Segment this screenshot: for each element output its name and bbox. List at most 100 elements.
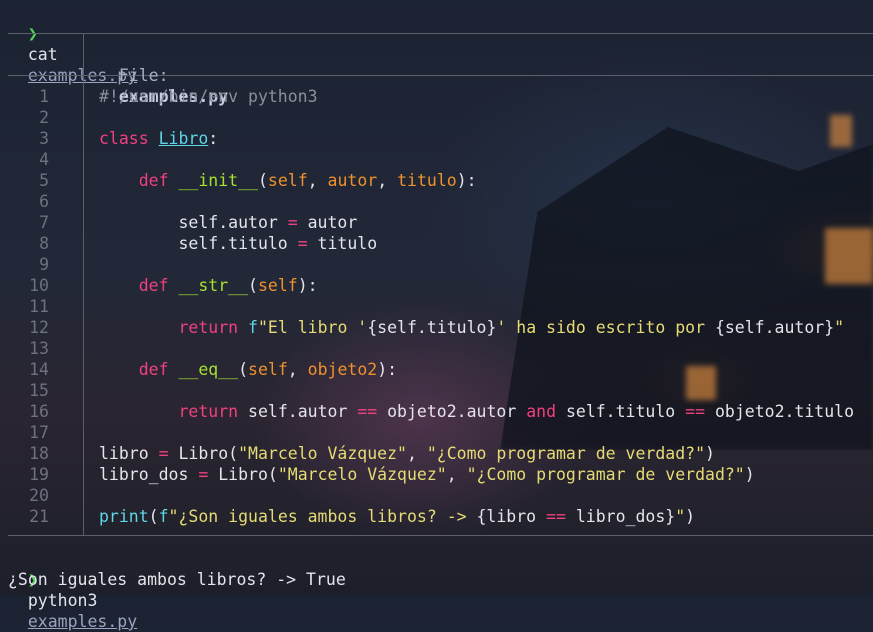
code-line: #!/usr/bin/env python3 bbox=[99, 86, 318, 107]
program-output: ¿Son iguales ambos libros? -> True bbox=[8, 570, 346, 589]
code-token: "El libro ' bbox=[257, 318, 368, 337]
code-token: ( bbox=[238, 360, 249, 379]
line-number: 8 bbox=[39, 234, 49, 253]
code-token: "Marcelo Vázquez" bbox=[238, 444, 407, 463]
code-token: {self.autor} bbox=[714, 318, 835, 337]
code-token: " bbox=[834, 318, 845, 337]
line-number: 10 bbox=[29, 276, 49, 295]
code-token: "Marcelo Vázquez" bbox=[277, 465, 447, 484]
code-token: Libro( bbox=[168, 444, 239, 463]
line-number: 9 bbox=[39, 255, 49, 274]
code-token: ( bbox=[148, 507, 159, 526]
code-token: = bbox=[198, 465, 209, 484]
code-line: return f"El libro '{self.titulo}' ha sid… bbox=[99, 317, 844, 338]
code-token: self.titulo bbox=[556, 402, 686, 421]
file-path-link[interactable]: examples.py bbox=[28, 612, 137, 631]
code-token: "¿Como programar de verdad?" bbox=[466, 465, 745, 484]
code-token: self.autor bbox=[248, 402, 358, 421]
code-token: , bbox=[307, 171, 328, 190]
code-token: , bbox=[377, 171, 398, 190]
code-token: ) bbox=[685, 507, 696, 526]
code-token: self bbox=[257, 276, 298, 295]
code-token: titulo bbox=[397, 171, 457, 190]
code-token: {libro bbox=[476, 507, 547, 526]
line-number: 15 bbox=[29, 381, 49, 400]
line-number: 18 bbox=[29, 444, 49, 463]
code-token: , bbox=[406, 444, 427, 463]
line-number: 17 bbox=[29, 423, 49, 442]
code-token: ): bbox=[377, 360, 398, 379]
line-number: 13 bbox=[29, 339, 49, 358]
line-number: 19 bbox=[29, 465, 49, 484]
background-light bbox=[686, 366, 716, 400]
line-number: 5 bbox=[39, 171, 49, 190]
code-token: __eq__ bbox=[178, 360, 239, 379]
code-token: = bbox=[158, 444, 169, 463]
code-token: objeto2.titulo bbox=[705, 402, 855, 421]
line-number: 20 bbox=[29, 486, 49, 505]
code-token: : bbox=[208, 129, 219, 148]
command-name: python3 bbox=[27, 591, 108, 610]
code-line: libro = Libro("Marcelo Vázquez", "¿Como … bbox=[99, 443, 715, 464]
code-token: objeto2 bbox=[307, 360, 378, 379]
code-token: ): bbox=[456, 171, 477, 190]
code-token: __init__ bbox=[178, 171, 258, 190]
code-token: class bbox=[99, 129, 159, 148]
code-token: Libro bbox=[158, 129, 209, 148]
code-token: autor bbox=[297, 213, 358, 232]
code-token: ( bbox=[257, 171, 268, 190]
code-token: def bbox=[138, 171, 179, 190]
code-token: #!/usr/bin/env python3 bbox=[99, 87, 318, 106]
line-number: 6 bbox=[39, 192, 49, 211]
line-number: 14 bbox=[29, 360, 49, 379]
code-line: self.autor = autor bbox=[99, 212, 357, 233]
background-light bbox=[830, 115, 852, 147]
code-line: def __eq__(self, objeto2): bbox=[99, 359, 397, 380]
code-token: def bbox=[138, 360, 179, 379]
code-token: ' ha sido escrito por bbox=[496, 318, 715, 337]
code-token: libro_dos bbox=[99, 465, 199, 484]
code-token: f bbox=[248, 318, 258, 337]
code-token: == bbox=[357, 402, 378, 421]
code-line: print(f"¿Son iguales ambos libros? -> {l… bbox=[99, 506, 695, 527]
background-light bbox=[825, 228, 873, 284]
code-token: "¿Son iguales ambos libros? -> bbox=[168, 507, 477, 526]
code-token: return bbox=[178, 402, 249, 421]
code-token: libro_dos} bbox=[565, 507, 676, 526]
code-token: ) bbox=[705, 444, 715, 463]
line-number: 2 bbox=[39, 108, 49, 127]
code-token: self.titulo bbox=[99, 234, 298, 253]
gutter-divider bbox=[83, 33, 84, 535]
line-number: 4 bbox=[39, 150, 49, 169]
line-number: 21 bbox=[29, 507, 49, 526]
line-number: 11 bbox=[29, 297, 49, 316]
code-token: == bbox=[685, 402, 706, 421]
code-token: = bbox=[297, 234, 308, 253]
code-token: {self.titulo} bbox=[367, 318, 497, 337]
code-token: ( bbox=[248, 276, 258, 295]
code-token: self bbox=[248, 360, 288, 379]
code-token: " bbox=[675, 507, 686, 526]
code-line: def __str__(self): bbox=[99, 275, 318, 296]
code-token: def bbox=[138, 276, 179, 295]
code-token: self bbox=[267, 171, 308, 190]
code-token: return bbox=[178, 318, 249, 337]
command-name: cat bbox=[27, 45, 68, 64]
code-token: == bbox=[546, 507, 566, 526]
code-token: , bbox=[287, 360, 308, 379]
code-token: print bbox=[99, 507, 149, 526]
line-number: 7 bbox=[39, 213, 49, 232]
code-token: libro bbox=[99, 444, 159, 463]
code-token: self.autor bbox=[99, 213, 288, 232]
code-token: , bbox=[446, 465, 467, 484]
code-line: def __init__(self, autor, titulo): bbox=[99, 170, 477, 191]
code-line: return self.autor == objeto2.autor and s… bbox=[99, 401, 854, 422]
prompt-line-2: ❯ python3 examples.py bbox=[8, 548, 137, 631]
code-token: __str__ bbox=[178, 276, 249, 295]
code-token: objeto2.autor bbox=[377, 402, 527, 421]
